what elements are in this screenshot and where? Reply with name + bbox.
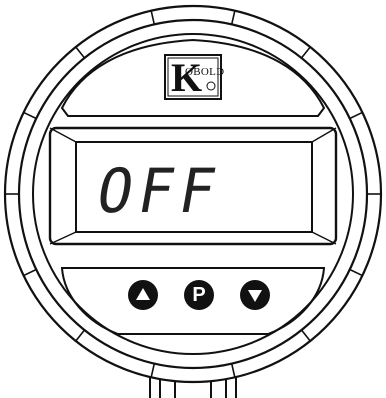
triangle-up-icon — [136, 288, 150, 300]
p-button-label: P — [192, 284, 206, 306]
device-housing-drawing — [3, 4, 383, 398]
program-button[interactable]: P — [184, 280, 214, 310]
logo-box — [164, 54, 222, 100]
lcd-inner-frame — [75, 141, 313, 233]
triangle-down-icon — [248, 290, 262, 302]
down-button[interactable] — [240, 280, 270, 310]
up-button[interactable] — [128, 280, 158, 310]
